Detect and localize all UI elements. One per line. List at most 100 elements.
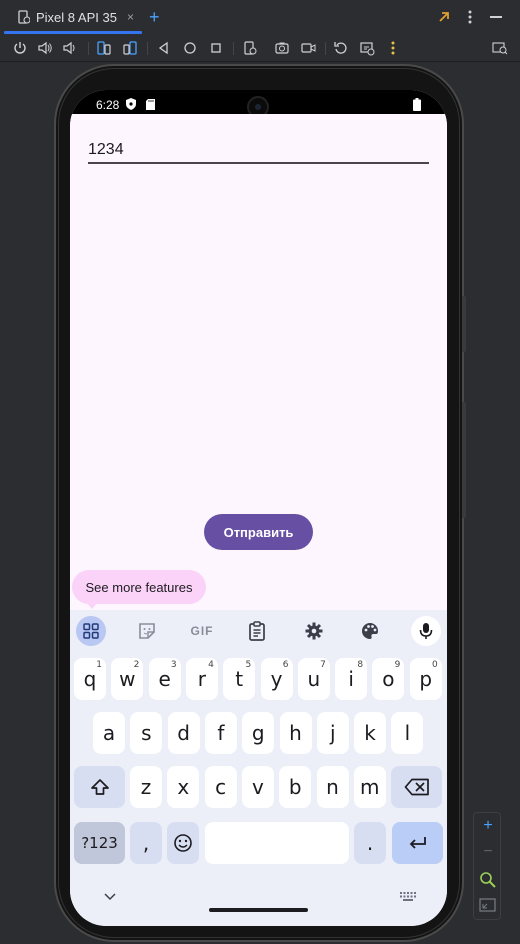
key-t[interactable]: t5 — [223, 658, 256, 700]
key-q[interactable]: q1 — [74, 658, 106, 700]
send-button[interactable]: Отправить — [204, 514, 313, 550]
overview-icon[interactable] — [208, 40, 224, 56]
status-bar: 6:28 — [70, 90, 447, 118]
zoom-fit-icon[interactable] — [479, 871, 497, 889]
palette-icon[interactable] — [355, 616, 385, 646]
key-hint: 2 — [133, 660, 140, 670]
volume-up-icon[interactable] — [37, 40, 53, 56]
hide-keyboard-icon[interactable] — [104, 892, 116, 902]
key-y[interactable]: y6 — [260, 658, 293, 700]
space-key[interactable] — [205, 822, 349, 864]
key-label: p — [419, 667, 433, 691]
key-hint: 7 — [320, 660, 326, 670]
key-label: u — [307, 667, 321, 691]
key-m[interactable]: m — [353, 766, 386, 808]
toolbar-separator — [88, 42, 89, 55]
emoji-key[interactable] — [167, 822, 199, 864]
microphone-icon[interactable] — [411, 616, 441, 646]
key-o[interactable]: o9 — [372, 658, 405, 700]
reset-icon[interactable] — [333, 40, 349, 56]
rotate-right-icon[interactable] — [122, 40, 138, 56]
backspace-key[interactable] — [391, 766, 442, 808]
key-x[interactable]: x — [167, 766, 200, 808]
key-f[interactable]: f — [204, 712, 237, 754]
key-a[interactable]: a — [93, 712, 125, 754]
key-w[interactable]: w2 — [111, 658, 144, 700]
fold-icon[interactable] — [242, 40, 258, 56]
key-i[interactable]: i8 — [335, 658, 368, 700]
tab-pixel-8[interactable]: Pixel 8 API 35 × — [4, 0, 142, 34]
keyboard-toolbar: GIF — [70, 610, 447, 652]
key-hint: 1 — [96, 660, 102, 670]
key-label: w — [119, 667, 136, 691]
number-input[interactable]: 1234 — [88, 138, 429, 164]
rotate-left-icon[interactable] — [96, 40, 112, 56]
key-hint: 8 — [357, 660, 364, 670]
gesture-home-bar[interactable] — [209, 908, 308, 912]
key-label: t — [235, 667, 244, 691]
shift-key[interactable] — [74, 766, 125, 808]
volume-down-icon[interactable] — [62, 40, 78, 56]
back-icon[interactable] — [156, 40, 172, 56]
key-z[interactable]: z — [130, 766, 162, 808]
gif-icon[interactable]: GIF — [187, 616, 217, 646]
power-icon[interactable] — [12, 40, 28, 56]
tab-bar: Pixel 8 API 35 × + — [0, 0, 520, 34]
record-icon[interactable] — [300, 40, 316, 56]
search-icon[interactable] — [492, 40, 508, 56]
keyboard-switch-icon[interactable] — [400, 892, 416, 902]
key-s[interactable]: s — [130, 712, 163, 754]
key-k[interactable]: k — [354, 712, 387, 754]
phone-volume-button[interactable] — [462, 402, 466, 518]
device-icon — [18, 10, 30, 24]
toolbar-separator — [147, 42, 148, 55]
snapshot-icon[interactable] — [359, 40, 375, 56]
emulator-window: { "window": { "tab_title": "Pixel 8 API … — [0, 0, 520, 944]
sticker-icon[interactable] — [132, 616, 162, 646]
home-icon[interactable] — [182, 40, 198, 56]
more-icon[interactable] — [385, 40, 401, 56]
key-hint: 3 — [170, 660, 177, 670]
phone-power-button[interactable] — [462, 296, 466, 352]
key-p[interactable]: p0 — [409, 658, 442, 700]
key-u[interactable]: u7 — [297, 658, 330, 700]
zoom-panel: + − — [473, 812, 501, 920]
key-h[interactable]: h — [279, 712, 312, 754]
key-r[interactable]: r4 — [185, 658, 218, 700]
comma-key[interactable]: , — [130, 822, 162, 864]
key-hint: 4 — [208, 660, 214, 670]
key-v[interactable]: v — [241, 766, 274, 808]
enter-key[interactable] — [392, 822, 443, 864]
more-vertical-icon[interactable] — [462, 9, 478, 25]
key-e[interactable]: e3 — [148, 658, 181, 700]
key-c[interactable]: c — [204, 766, 237, 808]
tab-close-icon[interactable]: × — [127, 10, 134, 24]
device-screen: 6:28 1234 Отправить See more features GI… — [70, 90, 447, 926]
sd-card-icon — [146, 99, 155, 110]
key-d[interactable]: d — [167, 712, 200, 754]
zoom-in-icon[interactable]: + — [478, 817, 498, 835]
key-label: y — [270, 667, 283, 691]
zoom-actual-size-icon[interactable] — [479, 897, 497, 913]
clipboard-icon[interactable] — [242, 616, 272, 646]
settings-gear-icon[interactable] — [299, 616, 329, 646]
features-tooltip[interactable]: See more features — [72, 570, 206, 609]
add-tab-icon[interactable]: + — [149, 8, 160, 26]
key-label: o — [382, 667, 395, 691]
period-key[interactable]: . — [354, 822, 386, 864]
tab-title: Pixel 8 API 35 — [36, 9, 117, 25]
emulator-toolbar — [0, 34, 520, 62]
apps-grid-icon[interactable] — [76, 616, 106, 646]
key-j[interactable]: j — [316, 712, 349, 754]
zoom-out-icon[interactable]: − — [478, 843, 498, 861]
minimize-icon[interactable] — [488, 9, 504, 25]
detach-icon[interactable] — [436, 9, 452, 25]
shift-icon — [90, 779, 109, 795]
screenshot-icon[interactable] — [274, 40, 290, 56]
key-b[interactable]: b — [279, 766, 312, 808]
keyboard: GIF q1w2e3r4t5y6u7i8o9p0 asdfghjkl z x c… — [70, 610, 447, 926]
symbols-key[interactable]: ?123 — [74, 822, 125, 864]
key-g[interactable]: g — [242, 712, 275, 754]
key-l[interactable]: l — [391, 712, 424, 754]
key-n[interactable]: n — [316, 766, 349, 808]
